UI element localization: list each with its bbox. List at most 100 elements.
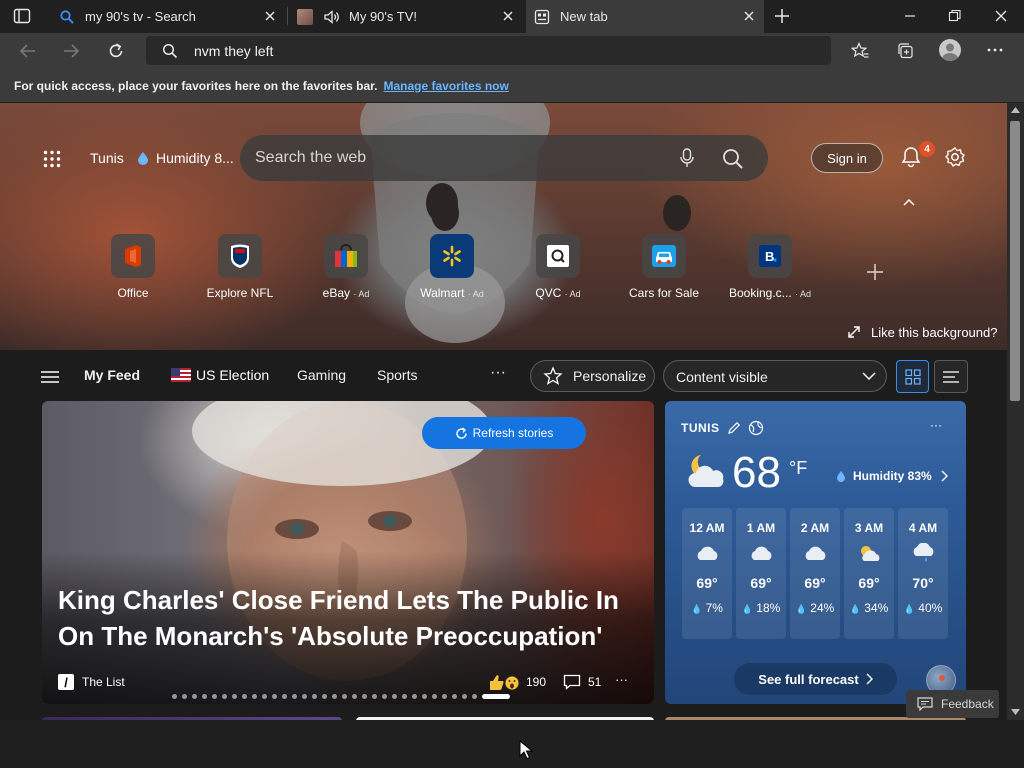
reactions-button[interactable]: 190	[488, 673, 546, 691]
refresh-stories-button[interactable]: Refresh stories	[422, 417, 586, 449]
address-bar[interactable]: nvm they left	[146, 36, 831, 65]
quick-link-office[interactable]: Office	[88, 234, 178, 300]
quick-link-tile[interactable]	[324, 234, 368, 278]
microphone-icon[interactable]	[680, 148, 694, 168]
carousel-dot[interactable]	[372, 693, 377, 699]
story-source[interactable]: / The List	[58, 674, 125, 690]
tab-actions-button[interactable]	[13, 8, 31, 24]
collapse-quick-links-button[interactable]	[903, 198, 915, 206]
story-more-button[interactable]: ···	[615, 672, 628, 687]
scrollbar-thumb[interactable]	[1010, 121, 1020, 401]
profile-button[interactable]	[939, 39, 961, 61]
carousel-dot[interactable]	[272, 693, 277, 699]
hourly-forecast-item[interactable]: 2 AM 69° 💧 24%	[790, 508, 840, 639]
carousel-dot[interactable]	[412, 693, 417, 699]
tab-new-tab[interactable]: New tab	[526, 0, 764, 33]
carousel-dot[interactable]	[472, 693, 477, 699]
carousel-dot[interactable]	[352, 693, 357, 699]
personalize-button[interactable]: Personalize	[530, 360, 655, 392]
carousel-dot[interactable]	[362, 693, 367, 699]
address-input[interactable]: nvm they left	[194, 43, 273, 59]
restore-button[interactable]	[948, 9, 962, 23]
carousel-dot[interactable]	[442, 693, 447, 699]
carousel-dot[interactable]	[242, 693, 247, 699]
carousel-dot[interactable]	[172, 693, 177, 699]
hourly-forecast-item[interactable]: 4 AM 70° 💧 40%	[898, 508, 948, 639]
grid-view-button[interactable]	[896, 360, 929, 393]
minimize-button[interactable]	[903, 9, 917, 23]
feed-menu-button[interactable]	[41, 370, 59, 384]
weather-city[interactable]: TUNIS	[681, 421, 720, 435]
carousel-dot[interactable]	[462, 693, 467, 699]
content-visibility-dropdown[interactable]: Content visible	[663, 360, 887, 392]
hourly-forecast-item[interactable]: 1 AM 69° 💧 18%	[736, 508, 786, 639]
tab-search[interactable]: my 90's tv - Search	[51, 0, 285, 33]
nav-more-button[interactable]: ···	[490, 364, 506, 382]
carousel-dot[interactable]	[432, 693, 437, 699]
new-tab-button[interactable]	[774, 8, 790, 24]
weather-humidity[interactable]: Humidity 83%	[836, 469, 948, 483]
collections-button[interactable]	[896, 42, 914, 60]
quick-link-tile[interactable]	[536, 234, 580, 278]
search-icon[interactable]	[722, 148, 744, 170]
close-tab-icon[interactable]	[501, 9, 515, 23]
carousel-dot[interactable]	[402, 693, 407, 699]
carousel-dot[interactable]	[282, 693, 287, 699]
scroll-up-arrow-icon[interactable]	[1011, 107, 1020, 113]
carousel-dot[interactable]	[332, 693, 337, 699]
hourly-forecast-item[interactable]: 3 AM 69° 💧 34%	[844, 508, 894, 639]
hourly-forecast-item[interactable]: 12 AM 69° 💧 7%	[682, 508, 732, 639]
carousel-dot[interactable]	[302, 693, 307, 699]
nav-us-election[interactable]: US Election	[171, 367, 269, 383]
page-scrollbar[interactable]	[1007, 103, 1024, 720]
close-tab-icon[interactable]	[742, 9, 756, 23]
carousel-dot[interactable]	[322, 693, 327, 699]
carousel-dot[interactable]	[452, 693, 457, 699]
carousel-dot[interactable]	[312, 693, 317, 699]
quick-link-tile[interactable]: B	[748, 234, 792, 278]
quick-link-booking[interactable]: B Booking.c... · Ad	[725, 234, 815, 300]
quick-link-qvc[interactable]: QVC · Ad	[513, 234, 603, 300]
manage-favorites-link[interactable]: Manage favorites now	[383, 79, 508, 93]
carousel-dot[interactable]	[192, 693, 197, 699]
web-search-box[interactable]: Search the web	[240, 135, 768, 181]
tab-my-90s-tv[interactable]: My 90's TV!	[289, 0, 523, 33]
carousel-dot[interactable]	[392, 693, 397, 699]
close-window-button[interactable]	[994, 9, 1008, 23]
carousel-dot[interactable]	[182, 693, 187, 699]
quick-link-walmart[interactable]: Walmart · Ad	[407, 234, 497, 300]
quick-link-cars-for-sale[interactable]: Cars for Sale	[619, 234, 709, 300]
forward-button[interactable]	[62, 43, 80, 59]
scroll-down-arrow-icon[interactable]	[1011, 709, 1020, 715]
feedback-button[interactable]: Feedback	[906, 690, 999, 718]
carousel-dot[interactable]	[292, 693, 297, 699]
sign-in-button[interactable]: Sign in	[811, 143, 883, 173]
quick-link-tile[interactable]	[642, 234, 686, 278]
carousel-dot[interactable]	[342, 693, 347, 699]
globe-icon[interactable]	[748, 420, 764, 436]
refresh-button[interactable]	[107, 42, 125, 60]
favorites-button[interactable]	[851, 42, 869, 60]
apps-launcher-button[interactable]	[43, 150, 61, 168]
quick-link-tile[interactable]	[430, 234, 474, 278]
weather-card[interactable]: TUNIS ··· 68 °F Humidity 83% 12 AM 69° 💧…	[665, 401, 966, 704]
search-placeholder[interactable]: Search the web	[255, 149, 366, 167]
top-story-card[interactable]: Refresh stories King Charles' Close Frie…	[42, 401, 654, 704]
quick-link-ebay[interactable]: eBay · Ad	[301, 234, 391, 300]
nav-my-feed[interactable]: My Feed	[84, 367, 140, 383]
quick-link-tile[interactable]	[111, 234, 155, 278]
hero-humidity[interactable]: Humidity 8...	[156, 150, 234, 166]
carousel-dot[interactable]	[202, 693, 207, 699]
see-full-forecast-button[interactable]: See full forecast	[734, 663, 897, 695]
carousel-dot[interactable]	[232, 693, 237, 699]
settings-menu-button[interactable]	[987, 48, 1003, 52]
back-button[interactable]	[19, 43, 37, 59]
carousel-dot[interactable]	[382, 693, 387, 699]
carousel-dot[interactable]	[422, 693, 427, 699]
quick-link-tile[interactable]	[218, 234, 262, 278]
carousel-dot[interactable]	[212, 693, 217, 699]
speaker-muted-icon[interactable]	[323, 9, 341, 25]
nav-sports[interactable]: Sports	[377, 367, 417, 383]
close-tab-icon[interactable]	[263, 9, 277, 23]
comments-button[interactable]: 51	[563, 674, 601, 690]
